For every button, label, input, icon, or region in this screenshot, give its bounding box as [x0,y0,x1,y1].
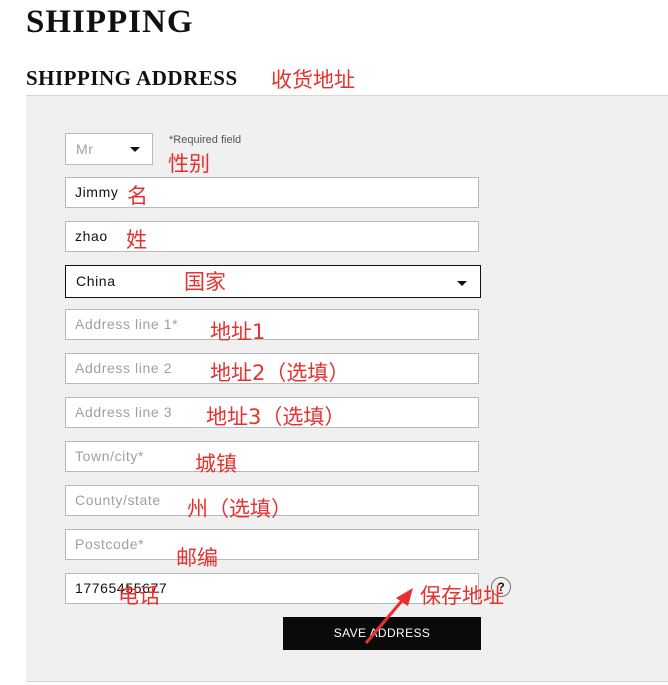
bottom-divider [26,681,668,682]
first-name-value: Jimmy [75,184,119,200]
annotation-phone: 电话 [118,584,160,608]
annotation-county-state: 州（选填） [187,497,292,521]
annotation-last-name: 姓 [126,228,147,252]
address-line-3-placeholder: Address line 3 [75,404,173,420]
save-address-button[interactable]: SAVE ADDRESS [283,617,481,650]
country-select[interactable]: China [65,265,481,298]
annotation-first-name: 名 [127,184,148,208]
county-state-placeholder: County/state [75,492,161,508]
town-city-placeholder: Town/city* [75,448,145,464]
annotation-shipping-address: 收货地址 [271,68,355,92]
required-field-note: *Required field [169,134,242,146]
title-select[interactable]: Mr [65,133,153,165]
town-city-field[interactable]: Town/city* [65,441,479,472]
annotation-address-2: 地址2（选填） [210,361,350,385]
chevron-down-icon [130,147,140,152]
postcode-field[interactable]: Postcode* [65,529,479,560]
postcode-placeholder: Postcode* [75,536,145,552]
country-select-value: China [76,273,116,289]
address-line-2-placeholder: Address line 2 [75,360,173,376]
annotation-address-3: 地址3（选填） [206,405,346,429]
title-select-value: Mr [76,141,94,157]
annotation-title: 性别 [168,152,210,176]
section-title: SHIPPING ADDRESS [26,66,238,90]
address-line-1-field[interactable]: Address line 1* [65,309,479,340]
annotation-country: 国家 [184,270,226,294]
last-name-value: zhao [75,228,108,244]
annotation-town-city: 城镇 [195,452,237,476]
annotation-save: 保存地址 [420,584,504,608]
annotation-postcode: 邮编 [176,546,218,570]
page-title: SHIPPING [26,4,194,40]
annotation-address-1: 地址1 [210,320,266,344]
address-line-1-placeholder: Address line 1* [75,316,179,332]
chevron-down-icon [457,281,467,286]
